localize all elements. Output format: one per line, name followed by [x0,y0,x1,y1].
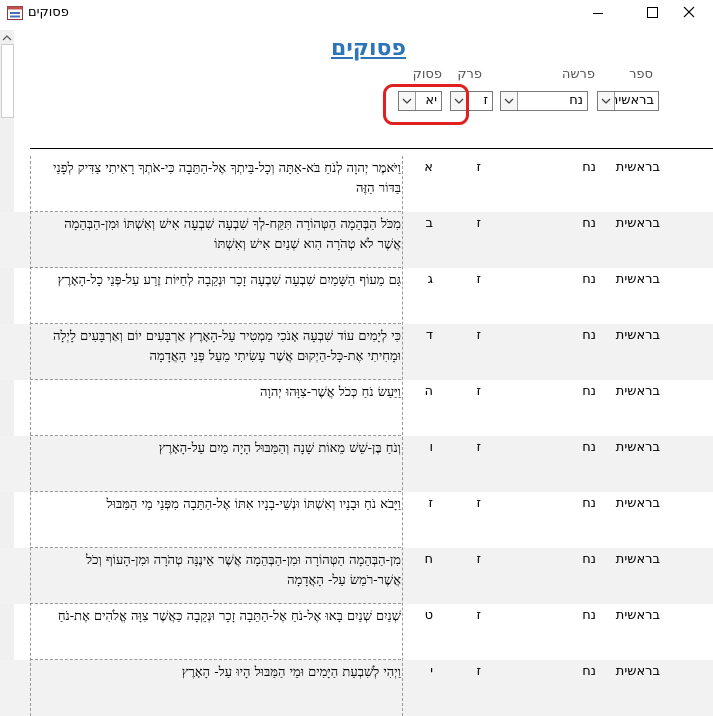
cell-pasuk: ג [427,272,433,287]
cell-parsha: נח [582,384,596,399]
minimize-icon [593,13,603,14]
pasuk-filter-highlight [383,84,469,125]
cell-parsha: נח [582,664,596,679]
minimize-button[interactable] [575,0,621,28]
cell-parsha: נח [582,160,596,175]
parsha-combo-value: נח [569,93,583,108]
label-book: ספר [629,67,653,82]
cell-parsha: נח [582,272,596,287]
cell-pasuk: י [430,664,433,679]
cell-pasuk: ד [425,328,433,343]
cell-book: בראשית [615,552,660,567]
verse-text-column-border [30,156,403,716]
cell-book: בראשית [615,496,660,511]
row-divider [30,379,401,380]
form-icon [7,6,23,20]
cell-perek: ז [476,664,481,679]
cell-perek: ז [476,384,481,399]
close-icon [683,6,695,18]
header-divider [30,148,713,149]
cell-pasuk: ט [424,608,433,623]
cell-book: בראשית [615,608,660,623]
cell-perek: ז [476,496,481,511]
cell-perek: ז [476,328,481,343]
cell-perek: ז [476,552,481,567]
row-divider [30,211,401,212]
row-divider [30,547,401,548]
cell-book: בראשית [615,384,660,399]
cell-perek: ז [476,272,481,287]
row-divider [30,323,401,324]
label-parsha: פרשה [561,67,595,82]
form-title: פסוקים [331,36,406,61]
close-button[interactable] [667,0,713,28]
chevron-down-icon [601,98,611,104]
cell-pasuk: א [424,160,433,175]
cell-pasuk: ח [424,552,434,567]
cell-book: בראשית [615,664,660,679]
cell-parsha: נח [582,552,596,567]
cell-book: בראשית [615,160,660,175]
book-combo[interactable]: בראשית [597,91,659,111]
scroll-up-arrow-icon[interactable] [2,34,12,42]
row-divider [30,435,401,436]
parsha-combo[interactable]: נח [500,91,588,111]
cell-book: בראשית [615,216,660,231]
cell-perek: ז [476,160,481,175]
scrollbar-thumb[interactable] [1,44,14,118]
chevron-down-icon [504,98,514,104]
cell-parsha: נח [582,328,596,343]
row-divider [30,659,401,660]
row-divider [30,603,401,604]
cell-perek: ז [476,216,481,231]
title-bar: פסוקים [0,0,713,28]
cell-parsha: נח [582,496,596,511]
cell-book: בראשית [615,328,660,343]
perek-combo-value: ז [483,93,488,108]
cell-pasuk: ה [424,384,434,399]
label-pasuk: פסוק [412,67,442,82]
book-combo-value: בראשית [609,93,654,108]
row-divider [30,267,401,268]
parsha-dropdown-button[interactable] [501,92,518,110]
cell-pasuk: ז [428,496,433,511]
cell-perek: ז [476,608,481,623]
cell-perek: ז [476,440,481,455]
cell-book: בראשית [615,440,660,455]
cell-parsha: נח [582,440,596,455]
cell-pasuk: ב [425,216,433,231]
row-divider [30,491,401,492]
cell-parsha: נח [582,608,596,623]
cell-pasuk: ו [429,440,433,455]
label-perek: פרק [457,67,482,82]
book-dropdown-button[interactable] [598,92,615,110]
cell-parsha: נח [582,216,596,231]
window-title: פסוקים [28,5,69,20]
cell-book: בראשית [615,272,660,287]
